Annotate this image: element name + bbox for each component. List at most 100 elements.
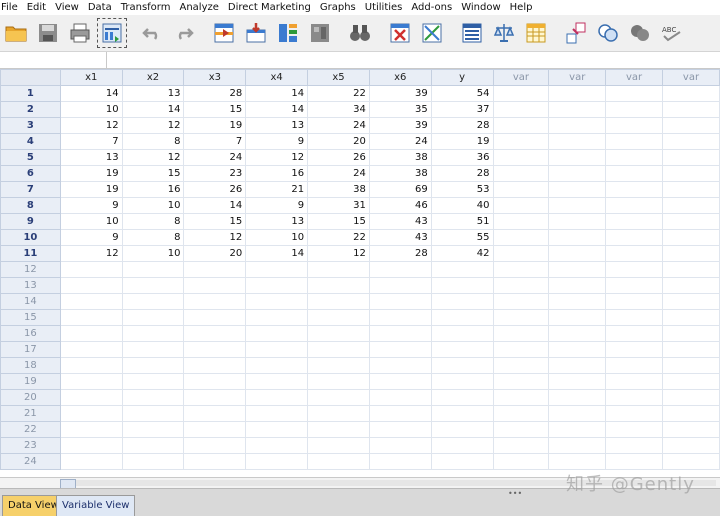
data-cell[interactable]: 15: [307, 213, 370, 230]
data-cell[interactable]: 40: [430, 197, 494, 214]
data-cell[interactable]: [662, 357, 720, 374]
data-cell[interactable]: [368, 453, 432, 470]
variables-icon[interactable]: [275, 20, 301, 46]
data-cell[interactable]: [662, 117, 720, 134]
data-cell[interactable]: 15: [121, 165, 185, 182]
data-cell[interactable]: [605, 309, 664, 326]
variables-grey-icon[interactable]: [307, 20, 333, 46]
data-cell[interactable]: [121, 309, 185, 326]
data-cell[interactable]: [662, 293, 720, 310]
data-cell[interactable]: [548, 357, 607, 374]
data-cell[interactable]: [307, 453, 370, 470]
data-cell[interactable]: [183, 277, 247, 294]
data-cell[interactable]: [548, 325, 607, 342]
cell-editor-strip[interactable]: [0, 52, 720, 69]
data-cell[interactable]: [605, 213, 664, 230]
data-cell[interactable]: 26: [183, 181, 247, 198]
data-cell[interactable]: 37: [430, 101, 494, 118]
use-sets-icon[interactable]: [595, 20, 621, 46]
data-cell[interactable]: [245, 293, 309, 310]
data-cell[interactable]: [121, 453, 185, 470]
data-cell[interactable]: [307, 437, 370, 454]
column-header[interactable]: x3: [183, 69, 247, 86]
data-cell[interactable]: [368, 341, 432, 358]
data-cell[interactable]: [492, 325, 550, 342]
row-number[interactable]: 7: [0, 181, 61, 198]
data-cell[interactable]: [605, 453, 664, 470]
data-cell[interactable]: [662, 373, 720, 390]
open-folder-icon[interactable]: [3, 20, 29, 46]
data-cell[interactable]: [605, 325, 664, 342]
column-header[interactable]: x4: [245, 69, 309, 86]
row-number[interactable]: 2: [0, 101, 61, 118]
data-cell[interactable]: [662, 213, 720, 230]
data-cell[interactable]: [605, 293, 664, 310]
row-number[interactable]: 18: [0, 357, 61, 374]
data-cell[interactable]: 69: [368, 181, 432, 198]
data-cell[interactable]: [183, 373, 247, 390]
data-cell[interactable]: [59, 421, 123, 438]
data-cell[interactable]: [605, 277, 664, 294]
data-cell[interactable]: [605, 261, 664, 278]
row-number[interactable]: 3: [0, 117, 61, 134]
data-cell[interactable]: [605, 117, 664, 134]
data-cell[interactable]: [662, 245, 720, 262]
data-cell[interactable]: 46: [368, 197, 432, 214]
tab-variable-view[interactable]: Variable View: [56, 495, 136, 516]
menu-analyze[interactable]: Analyze: [176, 0, 224, 15]
data-cell[interactable]: [59, 309, 123, 326]
column-header[interactable]: var: [492, 69, 550, 86]
data-cell[interactable]: [548, 229, 607, 246]
data-cell[interactable]: [307, 277, 370, 294]
value-labels-icon[interactable]: [563, 20, 589, 46]
data-cell[interactable]: [245, 261, 309, 278]
data-cell[interactable]: [492, 437, 550, 454]
data-cell[interactable]: [368, 357, 432, 374]
column-header[interactable]: var: [662, 69, 720, 86]
data-cell[interactable]: 21: [245, 181, 309, 198]
data-cell[interactable]: [245, 309, 309, 326]
data-cell[interactable]: [492, 357, 550, 374]
data-cell[interactable]: [662, 437, 720, 454]
dialog-recall-icon[interactable]: [97, 18, 127, 48]
data-cell[interactable]: 9: [245, 197, 309, 214]
data-cell[interactable]: [492, 341, 550, 358]
data-cell[interactable]: [59, 373, 123, 390]
pane-splitter[interactable]: •••: [508, 489, 522, 498]
data-cell[interactable]: 13: [245, 117, 309, 134]
column-header[interactable]: x2: [121, 69, 185, 86]
data-cell[interactable]: 39: [368, 117, 432, 134]
data-cell[interactable]: 9: [59, 197, 123, 214]
data-cell[interactable]: [245, 277, 309, 294]
data-cell[interactable]: 12: [307, 245, 370, 262]
data-cell[interactable]: [605, 421, 664, 438]
data-cell[interactable]: 15: [183, 101, 247, 118]
data-cell[interactable]: 8: [121, 133, 185, 150]
data-cell[interactable]: [368, 389, 432, 406]
data-cell[interactable]: [662, 133, 720, 150]
data-cell[interactable]: 42: [430, 245, 494, 262]
menu-data[interactable]: Data: [85, 0, 118, 15]
data-cell[interactable]: [548, 405, 607, 422]
data-cell[interactable]: 13: [245, 213, 309, 230]
menu-utilities[interactable]: Utilities: [362, 0, 409, 15]
data-cell[interactable]: 28: [430, 117, 494, 134]
data-cell[interactable]: [605, 341, 664, 358]
data-cell[interactable]: [662, 149, 720, 166]
data-cell[interactable]: [430, 357, 494, 374]
binoculars-icon[interactable]: [347, 20, 373, 46]
data-cell[interactable]: 13: [121, 85, 185, 102]
data-cell[interactable]: [121, 389, 185, 406]
data-cell[interactable]: 26: [307, 149, 370, 166]
data-cell[interactable]: [492, 117, 550, 134]
data-cell[interactable]: [59, 293, 123, 310]
data-cell[interactable]: [245, 357, 309, 374]
data-cell[interactable]: [605, 197, 664, 214]
data-cell[interactable]: [183, 357, 247, 374]
data-cell[interactable]: [662, 261, 720, 278]
data-cell[interactable]: [59, 325, 123, 342]
data-cell[interactable]: 20: [307, 133, 370, 150]
data-cell[interactable]: [492, 181, 550, 198]
row-number[interactable]: 14: [0, 293, 61, 310]
data-cell[interactable]: [430, 421, 494, 438]
